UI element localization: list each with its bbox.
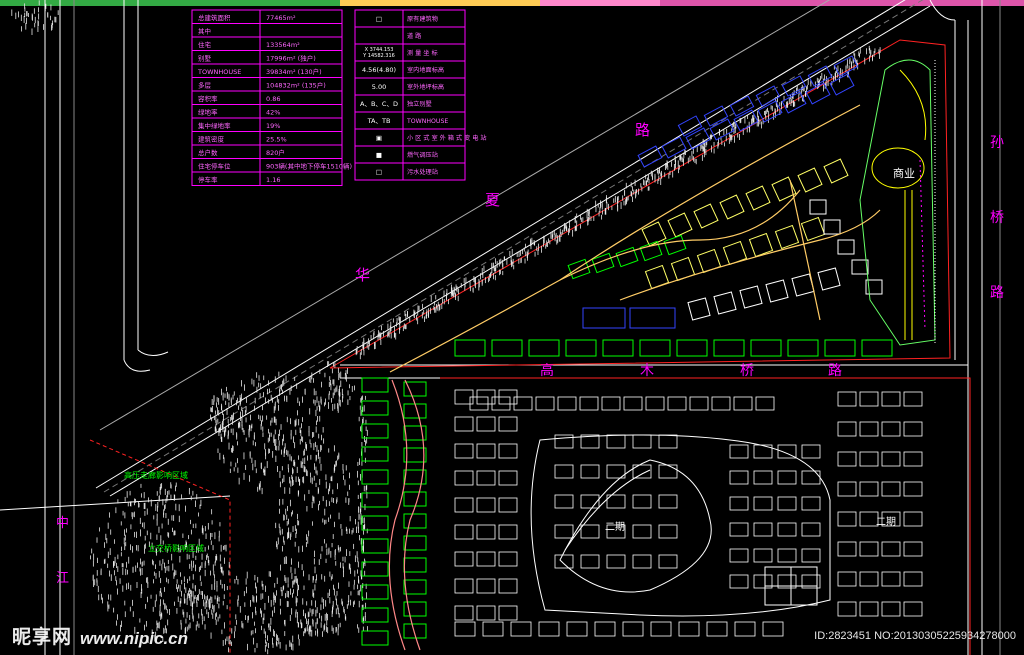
road-south-label-2: 木 xyxy=(640,363,654,379)
legend-row-label: 停车率 xyxy=(198,175,218,184)
legend-row-label: 其中 xyxy=(198,27,211,36)
legend-row-label: 住宅停车位 xyxy=(198,162,231,171)
symbol-legend-symbol: A、B、C、D xyxy=(360,100,398,108)
road-west-label-1: 中 xyxy=(56,516,69,531)
watermark-logo: 昵享网 xyxy=(12,626,73,648)
canvas-background xyxy=(0,0,1024,655)
symbol-legend-label: 室内地面标高 xyxy=(407,66,444,74)
area-note-overpass: 立交桥影响区域 xyxy=(148,543,204,553)
road-east-label-2: 桥 xyxy=(990,210,1004,226)
legend-row-label: 容积率 xyxy=(198,94,218,103)
symbol-legend-symbol: □ xyxy=(376,15,382,23)
road-north-label-1: 华 xyxy=(355,266,370,284)
legend-row-value: 42% xyxy=(266,109,280,117)
watermark-url: www.nipic.cn xyxy=(80,629,189,648)
symbol-legend-symbol: 4.56(4.80) xyxy=(362,66,396,74)
legend-row-value: 0.86 xyxy=(266,95,280,103)
legend-row-value: 903辆(其中地下停车1510辆) xyxy=(266,162,352,171)
legend-row-label: 总建筑面积 xyxy=(198,13,231,22)
legend-row-value: 820户 xyxy=(266,148,285,157)
legend-row-label: 住宅 xyxy=(198,40,212,49)
symbol-legend-symbol: ▣ xyxy=(376,134,382,142)
legend-row-value: 77465m² xyxy=(266,14,296,22)
legend-row-value: 25.5% xyxy=(266,136,287,144)
area-note-highvoltage: 高压走廊影响区域 xyxy=(124,470,188,480)
legend-row-label: 别墅 xyxy=(198,54,212,63)
watermark: 昵享网 www.nipic.cn xyxy=(12,622,188,649)
zone-label-commercial: 商业 xyxy=(893,166,915,180)
top-color-strip xyxy=(0,0,1024,6)
road-south-label-1: 高 xyxy=(540,362,554,379)
road-north-label-2: 夏 xyxy=(485,191,500,209)
road-south-label-3: 桥 xyxy=(740,363,754,379)
symbol-legend-label: 燃气调压站 xyxy=(407,151,438,159)
legend-row-value: 104832m² (135户) xyxy=(266,81,326,90)
symbol-legend-label: 道 路 xyxy=(407,32,422,40)
legend-row-value: 17996m² (独户) xyxy=(266,54,316,63)
legend-row-value: 39834m² (130户) xyxy=(266,67,322,76)
legend-row-label: 绿地率 xyxy=(198,108,218,117)
road-east-label-1: 孙 xyxy=(990,135,1004,151)
symbol-legend-label: 测 量 坐 标 xyxy=(407,49,438,57)
legend-row-value: 1.16 xyxy=(266,176,280,184)
legend-row-label: 集中绿地率 xyxy=(198,121,231,130)
road-north-label-3: 路 xyxy=(635,121,650,139)
site-plan-drawing: 总建筑面积 77465m² 其中住宅 133564m² 别墅 17996m² (独户) TO… xyxy=(0,0,1024,655)
road-east-label-3: 路 xyxy=(990,285,1004,301)
symbol-legend-symbol: TA、TB xyxy=(367,117,391,125)
symbol-legend-label: 原有建筑物 xyxy=(407,15,438,23)
symbol-legend-label: 独立别墅 xyxy=(407,100,432,108)
symbol-legend-symbol: □ xyxy=(376,168,382,176)
legend-row-label: 总户数 xyxy=(198,148,218,157)
watermark-id: ID:2823451 NO:20130305225934278000 xyxy=(814,630,1016,642)
symbol-legend-symbol: ■ xyxy=(376,151,382,159)
legend-row-value: 19% xyxy=(266,122,280,130)
legend-row-label: 建筑密度 xyxy=(198,135,225,144)
symbol-legend-label: 室外地坪标高 xyxy=(407,83,444,91)
symbol-legend-label: TOWNHOUSE xyxy=(406,118,448,125)
legend-row-label: TOWNHOUSE xyxy=(197,68,241,76)
zone-label-phase2-b: 二期 xyxy=(876,516,896,528)
zone-label-phase2-a: 二期 xyxy=(605,521,625,533)
symbol-legend-label: 小 区 式 室 外 箱 式 变 电 站 xyxy=(407,134,487,142)
road-west-label-2: 江 xyxy=(56,571,69,586)
road-south-label-4: 路 xyxy=(828,363,842,379)
legend-row-value: 133564m² xyxy=(266,41,300,49)
symbol-legend-symbol: 5.00 xyxy=(372,83,386,91)
symbol-legend-label: 污水处理站 xyxy=(407,168,438,176)
symbol-legend-symbol: Y 14582.316 xyxy=(362,53,395,59)
legend-row-label: 多层 xyxy=(198,81,212,90)
